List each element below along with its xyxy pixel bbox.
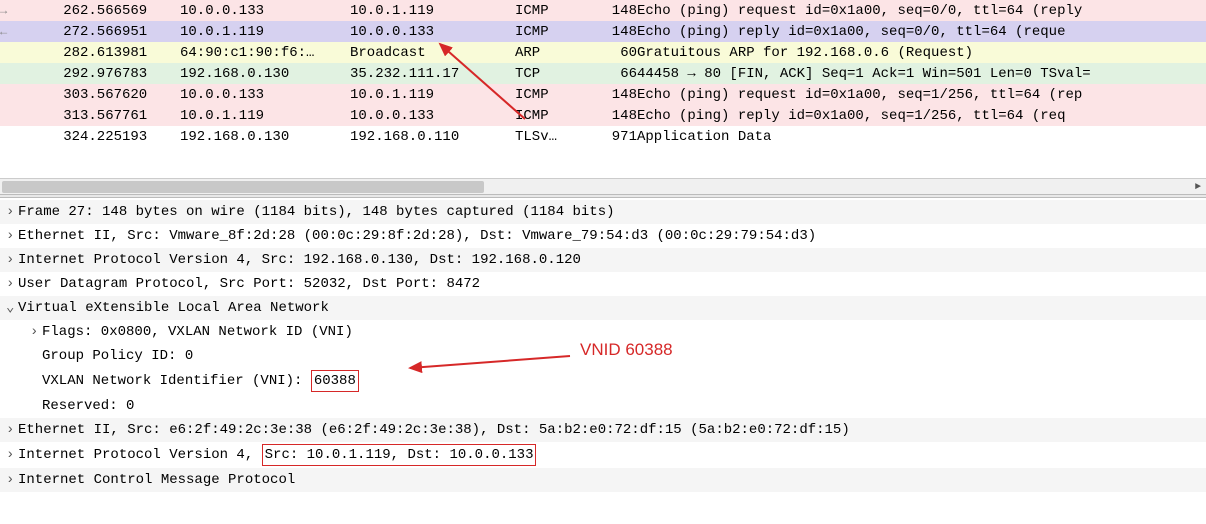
- expand-icon[interactable]: ›: [30, 322, 42, 342]
- packet-table[interactable]: →262.56656910.0.0.13310.0.1.119ICMP148Ec…: [0, 0, 1206, 147]
- table-row[interactable]: 324.225193192.168.0.130192.168.0.110TLSv…: [0, 126, 1206, 147]
- col-proto: TCP: [515, 63, 595, 84]
- detail-text: Internet Protocol Version 4,: [18, 447, 262, 463]
- col-proto: ICMP: [515, 84, 595, 105]
- col-proto: ICMP: [515, 21, 595, 42]
- col-length: 148: [595, 21, 637, 42]
- table-row[interactable]: 313.56776110.0.1.11910.0.0.133ICMP148Ech…: [0, 105, 1206, 126]
- detail-vxlan-reserved[interactable]: Reserved: 0: [0, 394, 1206, 418]
- detail-text: Internet Control Message Protocol: [18, 472, 295, 488]
- detail-vni-value: 60388: [311, 370, 359, 392]
- table-row[interactable]: 303.56762010.0.0.13310.0.1.119ICMP148Ech…: [0, 84, 1206, 105]
- table-row[interactable]: 282.61398164:90:c1:90:f6:…BroadcastARP60…: [0, 42, 1206, 63]
- packet-details-pane[interactable]: ›Frame 27: 148 bytes on wire (1184 bits)…: [0, 198, 1206, 524]
- col-time: 3.567761: [80, 105, 180, 126]
- col-info: Gratuitous ARP for 192.168.0.6 (Request): [637, 42, 1206, 63]
- packet-list-pane[interactable]: →262.56656910.0.0.13310.0.1.119ICMP148Ec…: [0, 0, 1206, 178]
- detail-text: User Datagram Protocol, Src Port: 52032,…: [18, 276, 480, 292]
- collapse-icon[interactable]: ⌄: [6, 298, 18, 318]
- detail-eth-inner[interactable]: ›Ethernet II, Src: e6:2f:49:2c:3e:38 (e6…: [0, 418, 1206, 442]
- expand-icon[interactable]: ›: [6, 226, 18, 246]
- detail-text: VXLAN Network Identifier (VNI):: [42, 373, 311, 389]
- col-length: 60: [595, 42, 637, 63]
- col-length: 148: [595, 84, 637, 105]
- col-length: 66: [595, 63, 637, 84]
- col-no: 27: [20, 21, 80, 42]
- packet-marker-icon: →: [0, 4, 7, 18]
- col-no: 32: [20, 126, 80, 147]
- expand-icon[interactable]: ›: [6, 445, 18, 465]
- expand-icon[interactable]: ›: [6, 202, 18, 222]
- detail-text: Flags: 0x0800, VXLAN Network ID (VNI): [42, 324, 353, 340]
- col-source: 10.0.1.119: [180, 21, 350, 42]
- detail-frame[interactable]: ›Frame 27: 148 bytes on wire (1184 bits)…: [0, 200, 1206, 224]
- col-no: 30: [20, 84, 80, 105]
- col-time: 4.225193: [80, 126, 180, 147]
- col-dest: 192.168.0.110: [350, 126, 515, 147]
- expand-icon[interactable]: ›: [6, 250, 18, 270]
- detail-text: Group Policy ID: 0: [42, 348, 193, 364]
- col-proto: ICMP: [515, 0, 595, 21]
- detail-vxlan-vni[interactable]: VXLAN Network Identifier (VNI): 60388: [0, 368, 1206, 394]
- col-length: 148: [595, 105, 637, 126]
- col-dest: 10.0.1.119: [350, 84, 515, 105]
- expand-icon[interactable]: ›: [6, 470, 18, 490]
- col-proto: TLSv…: [515, 126, 595, 147]
- col-info: Echo (ping) reply id=0x1a00, seq=0/0, tt…: [637, 21, 1206, 42]
- detail-ip-inner-box: Src: 10.0.1.119, Dst: 10.0.0.133: [262, 444, 537, 466]
- detail-eth-outer[interactable]: ›Ethernet II, Src: Vmware_8f:2d:28 (00:0…: [0, 224, 1206, 248]
- col-no: 26: [20, 0, 80, 21]
- col-dest: 10.0.0.133: [350, 105, 515, 126]
- col-proto: ICMP: [515, 105, 595, 126]
- detail-text: Ethernet II, Src: e6:2f:49:2c:3e:38 (e6:…: [18, 422, 850, 438]
- detail-icmp[interactable]: ›Internet Control Message Protocol: [0, 468, 1206, 492]
- col-no: 29: [20, 63, 80, 84]
- col-time: 2.976783: [80, 63, 180, 84]
- packet-marker-icon: ←: [0, 25, 7, 39]
- col-source: 64:90:c1:90:f6:…: [180, 42, 350, 63]
- col-proto: ARP: [515, 42, 595, 63]
- col-no: 28: [20, 42, 80, 63]
- detail-ip-outer[interactable]: ›Internet Protocol Version 4, Src: 192.1…: [0, 248, 1206, 272]
- detail-ip-inner[interactable]: ›Internet Protocol Version 4, Src: 10.0.…: [0, 442, 1206, 468]
- col-dest: 10.0.0.133: [350, 21, 515, 42]
- col-time: 3.567620: [80, 84, 180, 105]
- detail-vxlan-gpid[interactable]: Group Policy ID: 0: [0, 344, 1206, 368]
- col-no: 31: [20, 105, 80, 126]
- horizontal-scrollbar[interactable]: ◄ ►: [0, 178, 1206, 194]
- col-info: Echo (ping) reply id=0x1a00, seq=1/256, …: [637, 105, 1206, 126]
- col-dest: 10.0.1.119: [350, 0, 515, 21]
- col-time: 2.566951: [80, 21, 180, 42]
- col-info: Application Data: [637, 126, 1206, 147]
- expand-icon[interactable]: ›: [6, 274, 18, 294]
- col-source: 10.0.0.133: [180, 0, 350, 21]
- col-length: 148: [595, 0, 637, 21]
- detail-text: Ethernet II, Src: Vmware_8f:2d:28 (00:0c…: [18, 228, 816, 244]
- col-info: Echo (ping) request id=0x1a00, seq=1/256…: [637, 84, 1206, 105]
- col-source: 10.0.1.119: [180, 105, 350, 126]
- col-source: 192.168.0.130: [180, 126, 350, 147]
- table-row[interactable]: ← 272.56695110.0.1.11910.0.0.133ICMP148Ec…: [0, 21, 1206, 42]
- detail-udp[interactable]: ›User Datagram Protocol, Src Port: 52032…: [0, 272, 1206, 296]
- col-dest: Broadcast: [350, 42, 515, 63]
- scrollbar-thumb[interactable]: [2, 181, 484, 193]
- col-source: 192.168.0.130: [180, 63, 350, 84]
- detail-text: Internet Protocol Version 4, Src: 192.16…: [18, 252, 581, 268]
- col-dest: 35.232.111.17: [350, 63, 515, 84]
- col-info: Echo (ping) request id=0x1a00, seq=0/0, …: [637, 0, 1206, 21]
- detail-vxlan[interactable]: ⌄Virtual eXtensible Local Area Network: [0, 296, 1206, 320]
- scroll-right-arrow-icon[interactable]: ►: [1190, 179, 1206, 195]
- detail-text: Virtual eXtensible Local Area Network: [18, 300, 329, 316]
- col-source: 10.0.0.133: [180, 84, 350, 105]
- detail-vxlan-flags[interactable]: ›Flags: 0x0800, VXLAN Network ID (VNI): [0, 320, 1206, 344]
- detail-text: Reserved: 0: [42, 398, 134, 414]
- col-length: 971: [595, 126, 637, 147]
- col-time: 2.566569: [80, 0, 180, 21]
- table-row[interactable]: 292.976783192.168.0.13035.232.111.17TCP6…: [0, 63, 1206, 84]
- table-row[interactable]: → 262.56656910.0.0.13310.0.1.119ICMP148Ec…: [0, 0, 1206, 21]
- expand-icon[interactable]: ›: [6, 420, 18, 440]
- detail-text: Frame 27: 148 bytes on wire (1184 bits),…: [18, 204, 615, 220]
- col-time: 2.613981: [80, 42, 180, 63]
- col-info: 44458 → 80 [FIN, ACK] Seq=1 Ack=1 Win=50…: [637, 63, 1206, 84]
